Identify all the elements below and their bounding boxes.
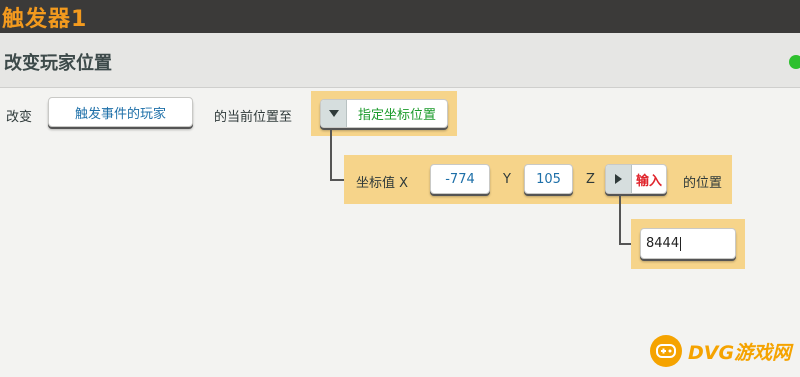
z-mode-label: 输入 bbox=[635, 173, 662, 189]
y-label: Y bbox=[503, 172, 511, 187]
middle-label: 的当前位置至 bbox=[214, 110, 293, 125]
prefix-label: 改变 bbox=[6, 110, 33, 125]
gamepad-icon bbox=[650, 335, 682, 367]
title-bar: 触发器1 bbox=[0, 0, 800, 33]
action-title: 改变玩家位置 bbox=[4, 53, 112, 74]
connector-line bbox=[330, 128, 332, 180]
connector-line bbox=[619, 194, 621, 244]
position-mode-select[interactable]: 指定坐标位置 bbox=[320, 99, 448, 128]
caret-right-icon[interactable] bbox=[606, 165, 632, 193]
action-header: 改变玩家位置 bbox=[0, 33, 800, 88]
caret-down-icon[interactable] bbox=[321, 100, 347, 127]
z-mode-select[interactable]: 输入 bbox=[605, 164, 667, 194]
suffix-label: 的位置 bbox=[683, 176, 723, 191]
text-cursor bbox=[680, 236, 682, 251]
status-dot-icon bbox=[789, 55, 800, 69]
coord-x-label: 坐标值 X bbox=[356, 176, 409, 191]
z-label: Z bbox=[586, 172, 595, 187]
z-value-input[interactable]: 8444 bbox=[640, 228, 736, 259]
watermark: DVG游戏网 bbox=[650, 331, 791, 371]
x-value-input[interactable]: -774 bbox=[430, 164, 490, 194]
target-player-button[interactable]: 触发事件的玩家 bbox=[48, 97, 193, 127]
window-title: 触发器1 bbox=[2, 7, 88, 32]
y-value-input[interactable]: 105 bbox=[524, 164, 573, 194]
position-mode-label: 指定坐标位置 bbox=[357, 108, 436, 123]
watermark-text: DVG游戏网 bbox=[688, 341, 792, 364]
z-value-text: 8444 bbox=[646, 236, 680, 251]
